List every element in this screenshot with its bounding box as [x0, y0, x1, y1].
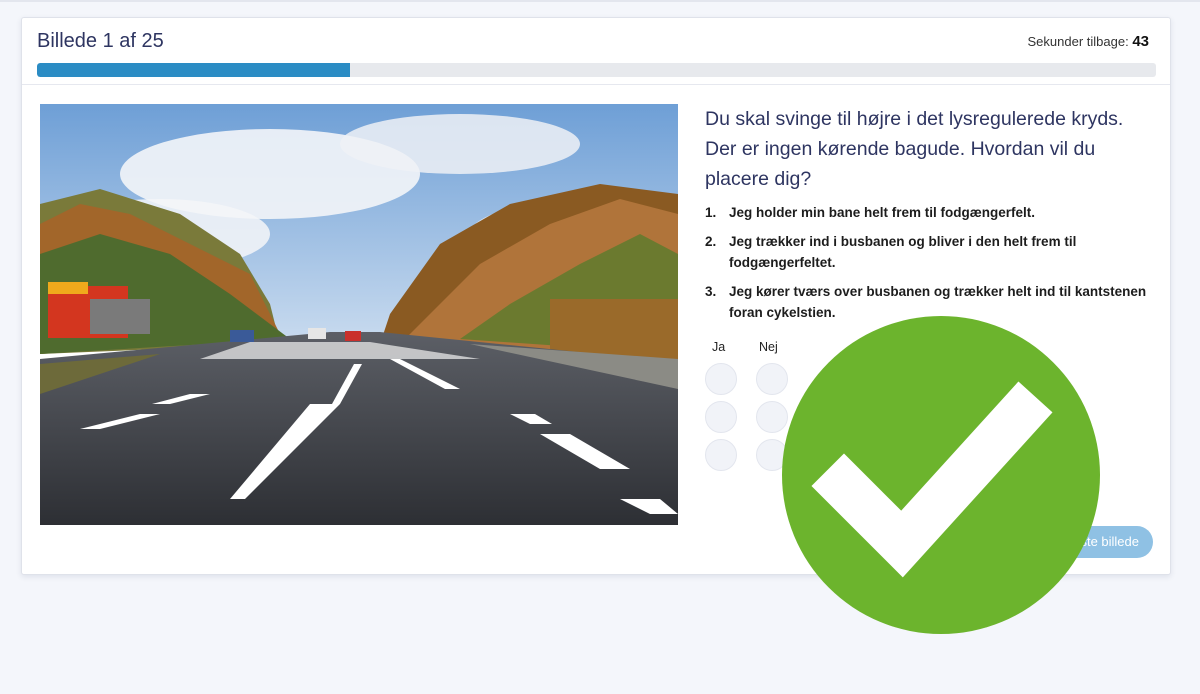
answer-number: 1.	[705, 205, 717, 220]
yes-column-label: Ja	[712, 340, 726, 354]
question-photo	[40, 104, 678, 525]
answer-text: Jeg holder min bane helt frem til fodgæn…	[729, 205, 1036, 220]
quiz-header: Billede 1 af 25 Sekunder tilbage: 43	[22, 18, 1170, 85]
timer: Sekunder tilbage: 43	[1028, 33, 1150, 50]
answer-item: 1. Jeg holder min bane helt frem til fod…	[705, 202, 1157, 223]
answer-1-yes-radio[interactable]	[705, 363, 737, 395]
road-scene-image	[40, 104, 678, 525]
answer-text: Jeg trækker ind i busbanen og bliver i d…	[729, 234, 1077, 270]
page-title: Billede 1 af 25	[37, 30, 164, 52]
answer-text: Jeg kører tværs over busbanen og trækker…	[729, 284, 1147, 320]
progress-fill	[37, 63, 351, 77]
answer-item: 2. Jeg trækker ind i busbanen og bliver …	[705, 231, 1157, 273]
checkmark-icon	[811, 381, 1053, 578]
progress-bar	[37, 63, 1156, 77]
answer-list: 1. Jeg holder min bane helt frem til fod…	[705, 202, 1157, 331]
timer-label: Sekunder tilbage:	[1027, 34, 1129, 49]
answer-number: 3.	[705, 284, 717, 299]
correct-answer-badge	[782, 316, 1100, 634]
answer-number: 2.	[705, 234, 717, 249]
no-column-label: Nej	[759, 340, 778, 354]
timer-value: 43	[1132, 33, 1149, 50]
top-divider	[0, 0, 1200, 2]
answer-3-yes-radio[interactable]	[705, 439, 737, 471]
answer-2-yes-radio[interactable]	[705, 401, 737, 433]
question-text: Du skal svinge til højre i det lysregule…	[705, 108, 1124, 190]
